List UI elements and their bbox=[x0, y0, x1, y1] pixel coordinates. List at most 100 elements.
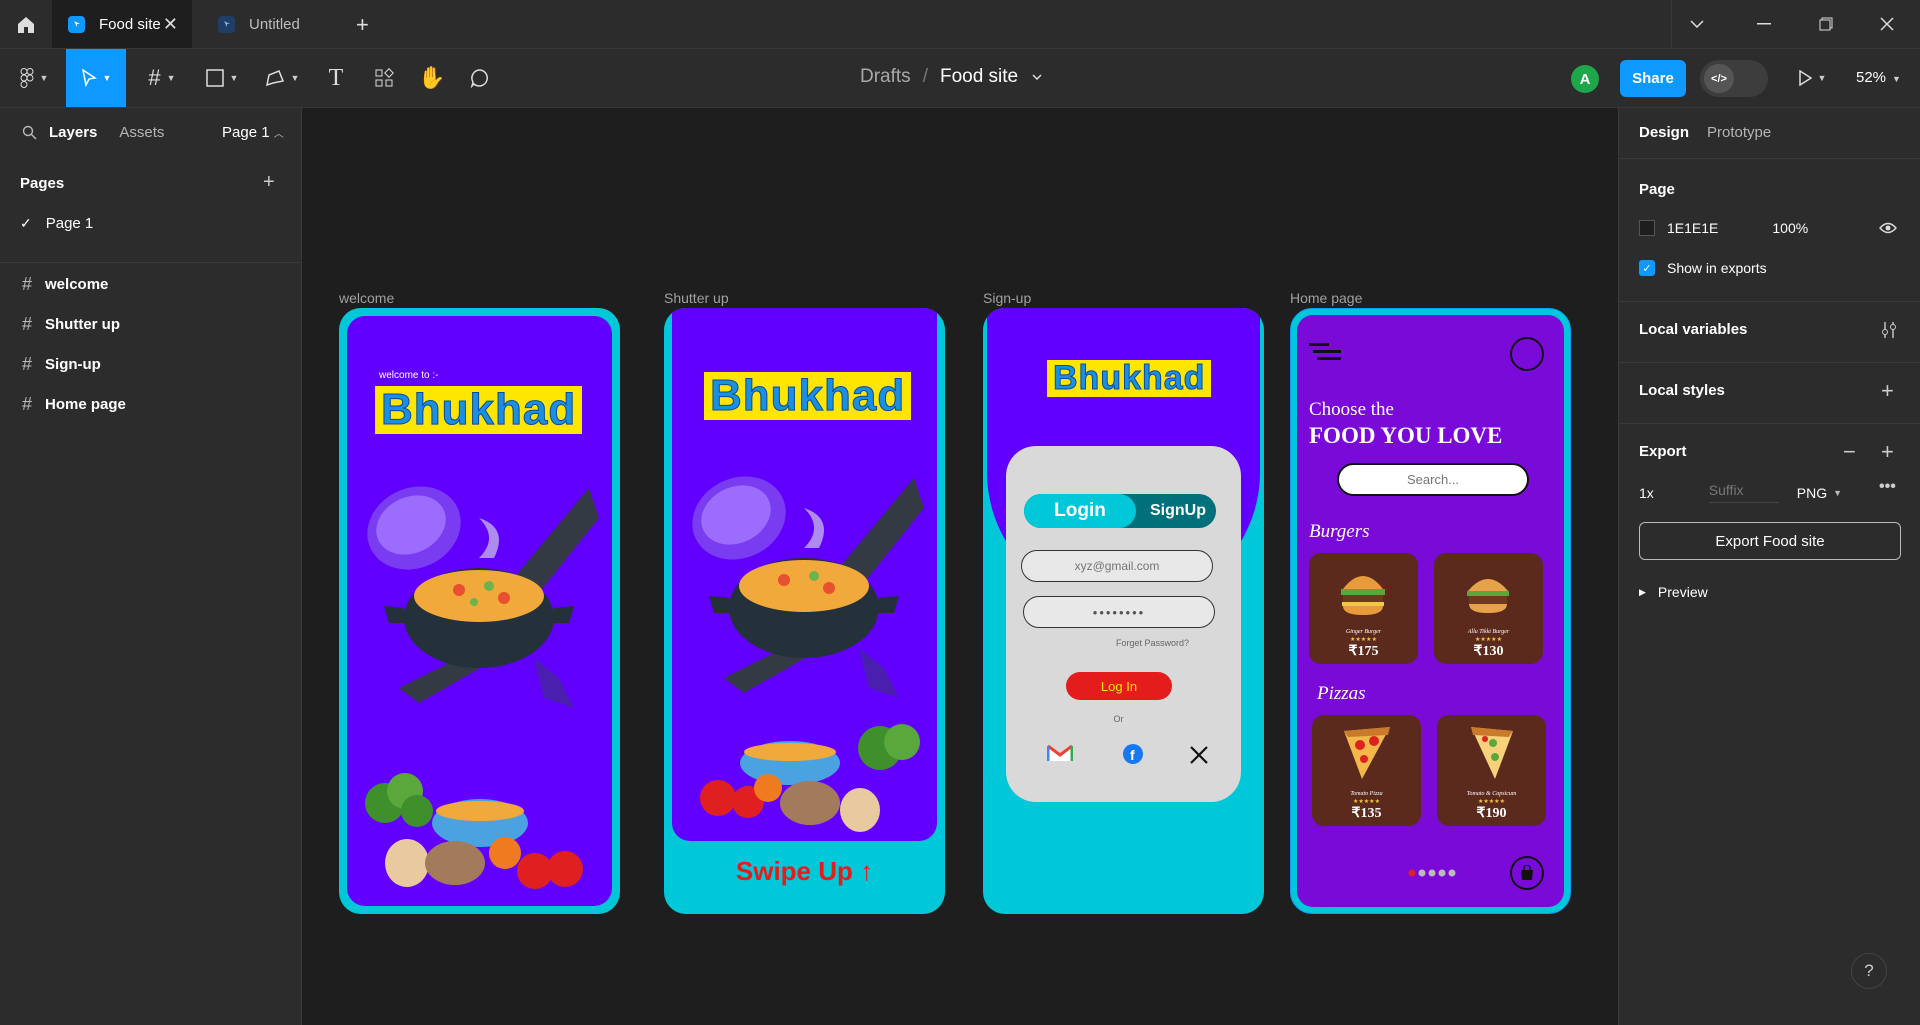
more-options-icon[interactable]: ••• bbox=[1879, 478, 1896, 496]
food-card[interactable]: Tomato & Capsicum ★★★★★ ₹190 bbox=[1437, 715, 1546, 826]
tab-layers[interactable]: Layers bbox=[49, 124, 97, 141]
dev-mode-toggle[interactable]: </> bbox=[1700, 60, 1768, 97]
frame-label-welcome[interactable]: welcome bbox=[339, 290, 394, 306]
search-input[interactable] bbox=[1337, 463, 1529, 496]
pen-tool-button[interactable]: ▼ bbox=[258, 49, 306, 107]
layer-welcome[interactable]: # welcome bbox=[22, 274, 108, 295]
share-button[interactable]: Share bbox=[1620, 60, 1686, 97]
breadcrumb-drafts[interactable]: Drafts bbox=[860, 66, 911, 88]
export-settings-row: 1x Suffix PNG ▼ bbox=[1639, 482, 1842, 503]
password-input[interactable]: •••••••• bbox=[1023, 596, 1215, 628]
frame-shutter-up[interactable]: Bhukhad Swipe Up ↑ bbox=[664, 308, 945, 914]
zoom-level: 52% bbox=[1856, 69, 1887, 86]
export-suffix-input[interactable]: Suffix bbox=[1708, 482, 1779, 503]
cart-button[interactable] bbox=[1510, 856, 1544, 890]
figma-file-icon bbox=[218, 15, 235, 33]
brand-logo: Bhukhad bbox=[375, 385, 583, 434]
tab-label: Food site bbox=[99, 15, 161, 33]
export-format-select[interactable]: PNG bbox=[1797, 485, 1827, 501]
page-item-page-1[interactable]: ✓ Page 1 bbox=[20, 215, 93, 232]
chevron-down-icon[interactable] bbox=[1690, 0, 1704, 48]
text-tool-button[interactable]: T bbox=[318, 49, 354, 107]
layer-shutter-up[interactable]: # Shutter up bbox=[22, 314, 120, 335]
food-name: Tomato Pizza bbox=[1350, 791, 1383, 797]
new-tab-icon[interactable]: + bbox=[356, 12, 369, 38]
minimize-icon[interactable] bbox=[1757, 0, 1771, 48]
email-input[interactable] bbox=[1021, 550, 1213, 582]
frame-home-page[interactable]: Choose the FOOD YOU LOVE Burgers Ginger … bbox=[1290, 308, 1571, 914]
hand-tool-button[interactable]: ✋ bbox=[414, 49, 450, 107]
right-panel: Design Prototype Page 1E1E1E 100% ✓ Show… bbox=[1618, 108, 1920, 1025]
close-window-icon[interactable] bbox=[1880, 0, 1894, 48]
menu-icon[interactable] bbox=[1309, 341, 1343, 363]
frame-label-sign-up[interactable]: Sign-up bbox=[983, 290, 1031, 306]
tab-prototype[interactable]: Prototype bbox=[1707, 124, 1771, 141]
frame-label-home-page[interactable]: Home page bbox=[1290, 290, 1362, 306]
move-tool-button[interactable]: ▼ bbox=[66, 49, 126, 107]
tab-design[interactable]: Design bbox=[1639, 124, 1689, 141]
chevron-down-icon: ▼ bbox=[1833, 487, 1843, 498]
frame-label-shutter-up[interactable]: Shutter up bbox=[664, 290, 729, 306]
food-card[interactable]: Tomato Pizza ★★★★★ ₹135 bbox=[1312, 715, 1421, 826]
comment-tool-button[interactable] bbox=[462, 49, 498, 107]
remove-export-icon[interactable]: − bbox=[1843, 439, 1856, 465]
page-section-title: Page bbox=[1639, 181, 1675, 198]
signup-tab[interactable]: SignUp bbox=[1140, 494, 1216, 528]
food-card[interactable]: Ginger Burger ★★★★★ ₹175 bbox=[1309, 553, 1418, 664]
layer-label: welcome bbox=[45, 276, 109, 293]
log-in-button[interactable]: Log In bbox=[1066, 672, 1172, 700]
breadcrumb: Drafts / Food site bbox=[860, 66, 1042, 88]
breadcrumb-separator: / bbox=[922, 66, 928, 87]
canvas[interactable]: welcome Shutter up Sign-up Home page wel… bbox=[302, 108, 1618, 1025]
x-twitter-icon[interactable] bbox=[1190, 746, 1208, 764]
login-tab[interactable]: Login bbox=[1024, 494, 1136, 528]
gmail-icon[interactable] bbox=[1047, 744, 1073, 762]
tab-untitled[interactable]: Untitled bbox=[204, 0, 338, 48]
avatar[interactable]: A bbox=[1571, 65, 1599, 93]
eye-icon[interactable] bbox=[1879, 222, 1897, 234]
zoom-menu[interactable]: 52% ▼ bbox=[1856, 69, 1901, 86]
rating-stars: ★★★★★ bbox=[1350, 637, 1377, 643]
tab-food-site[interactable]: Food site ✕ bbox=[52, 0, 192, 48]
forgot-password-link[interactable]: Forget Password? bbox=[1116, 638, 1189, 648]
main-menu-button[interactable]: ▼ bbox=[10, 49, 58, 107]
add-page-icon[interactable]: + bbox=[263, 171, 275, 194]
page-select[interactable]: Page 1 ︿ bbox=[222, 124, 284, 141]
show-in-exports-row[interactable]: ✓ Show in exports bbox=[1639, 260, 1767, 276]
color-swatch[interactable] bbox=[1639, 220, 1655, 236]
frame-sign-up[interactable]: Bhukhad Login SignUp •••••••• Forget Pas… bbox=[983, 308, 1264, 914]
close-tab-icon[interactable]: ✕ bbox=[163, 14, 178, 35]
export-scale[interactable]: 1x bbox=[1639, 485, 1654, 501]
food-card[interactable]: Allu Tikki Burger ★★★★★ ₹130 bbox=[1434, 553, 1543, 664]
tab-assets[interactable]: Assets bbox=[119, 124, 164, 141]
export-button[interactable]: Export Food site bbox=[1639, 522, 1901, 560]
frame-icon: # bbox=[22, 354, 33, 374]
add-style-icon[interactable]: + bbox=[1881, 378, 1894, 404]
frame-tool-button[interactable]: # ▼ bbox=[138, 49, 186, 107]
home-heading-line2: FOOD YOU LOVE bbox=[1309, 423, 1503, 448]
food-price: ₹135 bbox=[1351, 806, 1382, 821]
layer-home-page[interactable]: # Home page bbox=[22, 394, 126, 415]
background-opacity[interactable]: 100% bbox=[1772, 220, 1808, 236]
restore-icon[interactable] bbox=[1819, 0, 1833, 48]
chevron-down-icon[interactable] bbox=[1032, 74, 1042, 80]
add-export-icon[interactable]: + bbox=[1881, 439, 1894, 465]
page-background-row[interactable]: 1E1E1E 100% bbox=[1639, 220, 1808, 236]
layer-sign-up[interactable]: # Sign-up bbox=[22, 354, 101, 375]
help-button[interactable]: ? bbox=[1851, 953, 1887, 989]
preview-toggle[interactable]: ▶ Preview bbox=[1639, 584, 1708, 600]
file-name[interactable]: Food site bbox=[940, 66, 1018, 88]
shape-tool-button[interactable]: ▼ bbox=[198, 49, 246, 107]
search-icon[interactable] bbox=[22, 125, 37, 140]
home-button[interactable] bbox=[0, 0, 52, 48]
facebook-icon[interactable]: f bbox=[1122, 743, 1144, 765]
background-hex[interactable]: 1E1E1E bbox=[1667, 220, 1718, 236]
local-variables-title[interactable]: Local variables bbox=[1639, 321, 1747, 338]
present-button[interactable]: ▼ bbox=[1792, 49, 1832, 107]
checkbox-checked-icon[interactable]: ✓ bbox=[1639, 260, 1655, 276]
frame-welcome[interactable]: welcome to :- Bhukhad bbox=[339, 308, 620, 914]
variables-settings-icon[interactable] bbox=[1881, 321, 1897, 339]
resources-tool-button[interactable] bbox=[366, 49, 402, 107]
profile-avatar[interactable] bbox=[1510, 337, 1544, 371]
brand-logo: Bhukhad bbox=[1047, 359, 1212, 397]
